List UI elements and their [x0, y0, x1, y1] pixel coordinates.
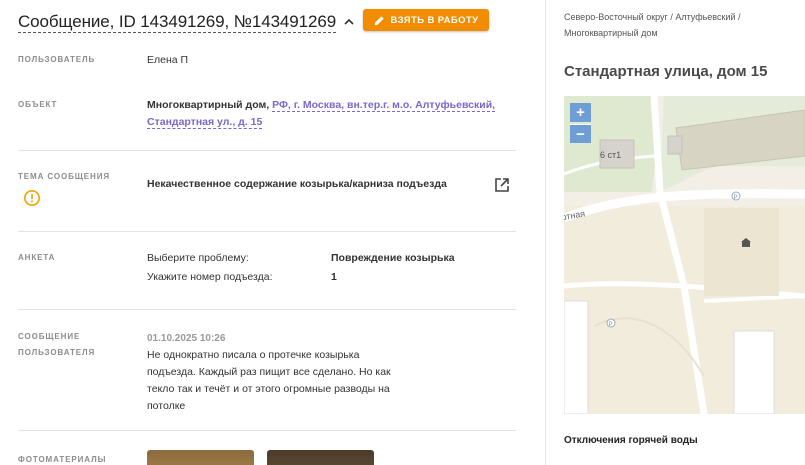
- survey-question: Выберите проблему:: [147, 252, 249, 264]
- take-to-work-label: ВЗЯТЬ В РАБОТУ: [390, 14, 479, 26]
- survey-question: Укажите номер подъезда:: [147, 271, 273, 283]
- chevron-up-icon[interactable]: [340, 13, 358, 31]
- message-panel: Сообщение, ID 143491269, №143491269 ВЗЯТ…: [0, 0, 545, 465]
- hot-water-outages-title[interactable]: Отключения горячей воды: [564, 435, 698, 446]
- divider: [18, 309, 516, 310]
- photos-label: ФОТОМАТЕРИАЛЫ: [18, 455, 107, 464]
- user-label: ПОЛЬЗОВАТЕЛЬ: [18, 55, 96, 64]
- survey-answer: Повреждение козырька: [331, 252, 455, 264]
- message-body: 01.10.2025 10:26 Не однократно писала о …: [147, 330, 437, 415]
- object-row: ОБЪЕКТ Многоквартирный дом, РФ, г. Москв…: [18, 97, 516, 137]
- message-label-line: ПОЛЬЗОВАТЕЛЯ: [18, 348, 96, 357]
- topic-label: ТЕМА СООБЩЕНИЯ: [18, 172, 111, 181]
- address-title: Стандартная улица, дом 15: [564, 63, 768, 80]
- map-parking-label: P: [734, 195, 738, 201]
- external-link-icon[interactable]: [493, 176, 511, 194]
- map-parking-label: P: [609, 322, 613, 328]
- warning-circle-icon: [23, 189, 41, 207]
- object-label: ОБЪЕКТ: [18, 100, 58, 109]
- photo-thumbnail[interactable]: [267, 450, 374, 465]
- message-label-line: СООБЩЕНИЕ: [18, 332, 81, 341]
- user-value: Елена П: [147, 54, 189, 66]
- message-date: 01.10.2025 10:26: [147, 333, 226, 344]
- take-to-work-button[interactable]: ВЗЯТЬ В РАБОТУ: [363, 9, 489, 31]
- map-zoom-out-button[interactable]: −: [570, 124, 591, 143]
- map-canvas: 6 ст1 ртная P P: [564, 96, 805, 414]
- breadcrumb-line[interactable]: Северо-Восточный округ / Алтуфьевский /: [564, 9, 799, 25]
- message-text-line: подъезда. Каждый раз пищит все сделано. …: [147, 366, 391, 378]
- map-zoom-in-button[interactable]: +: [570, 103, 591, 122]
- message-header: Сообщение, ID 143491269, №143491269: [18, 8, 358, 36]
- object-type: Многоквартирный дом,: [147, 99, 270, 111]
- survey-row: АНКЕТА Выберите проблему: Повреждение ко…: [18, 250, 516, 290]
- map[interactable]: 6 ст1 ртная P P + −: [564, 96, 805, 414]
- topic-row: ТЕМА СООБЩЕНИЯ Некачественное содержание…: [18, 169, 516, 209]
- message-title[interactable]: Сообщение, ID 143491269, №143491269: [18, 12, 336, 33]
- message-label: СООБЩЕНИЕ ПОЛЬЗОВАТЕЛЯ: [18, 331, 95, 359]
- survey-label: АНКЕТА: [18, 253, 56, 262]
- user-row: ПОЛЬЗОВАТЕЛЬ Елена П: [18, 52, 516, 72]
- user-message-row: СООБЩЕНИЕ ПОЛЬЗОВАТЕЛЯ 01.10.2025 10:26 …: [18, 330, 516, 412]
- photo-thumbnail[interactable]: [147, 450, 254, 465]
- pencil-icon: [374, 15, 384, 25]
- divider: [18, 231, 516, 232]
- divider: [18, 150, 516, 151]
- message-text-line: Не однократно писала о протечке козырька: [147, 349, 360, 361]
- map-building-label: 6 ст1: [600, 150, 621, 160]
- object-value: Многоквартирный дом, РФ, г. Москва, вн.т…: [147, 97, 507, 131]
- topic-value: Некачественное содержание козырька/карни…: [147, 178, 447, 190]
- divider: [18, 430, 516, 431]
- photos-row: ФОТОМАТЕРИАЛЫ: [18, 450, 516, 465]
- message-text-line: потолке: [147, 400, 186, 412]
- breadcrumb: Северо-Восточный округ / Алтуфьевский / …: [564, 9, 799, 41]
- message-text-line: текло так и течёт и от этого огромные ра…: [147, 383, 390, 395]
- breadcrumb-line[interactable]: Многоквартирный дом: [564, 25, 799, 41]
- survey-answer: 1: [331, 271, 337, 283]
- object-panel: Северо-Восточный округ / Алтуфьевский / …: [546, 0, 805, 465]
